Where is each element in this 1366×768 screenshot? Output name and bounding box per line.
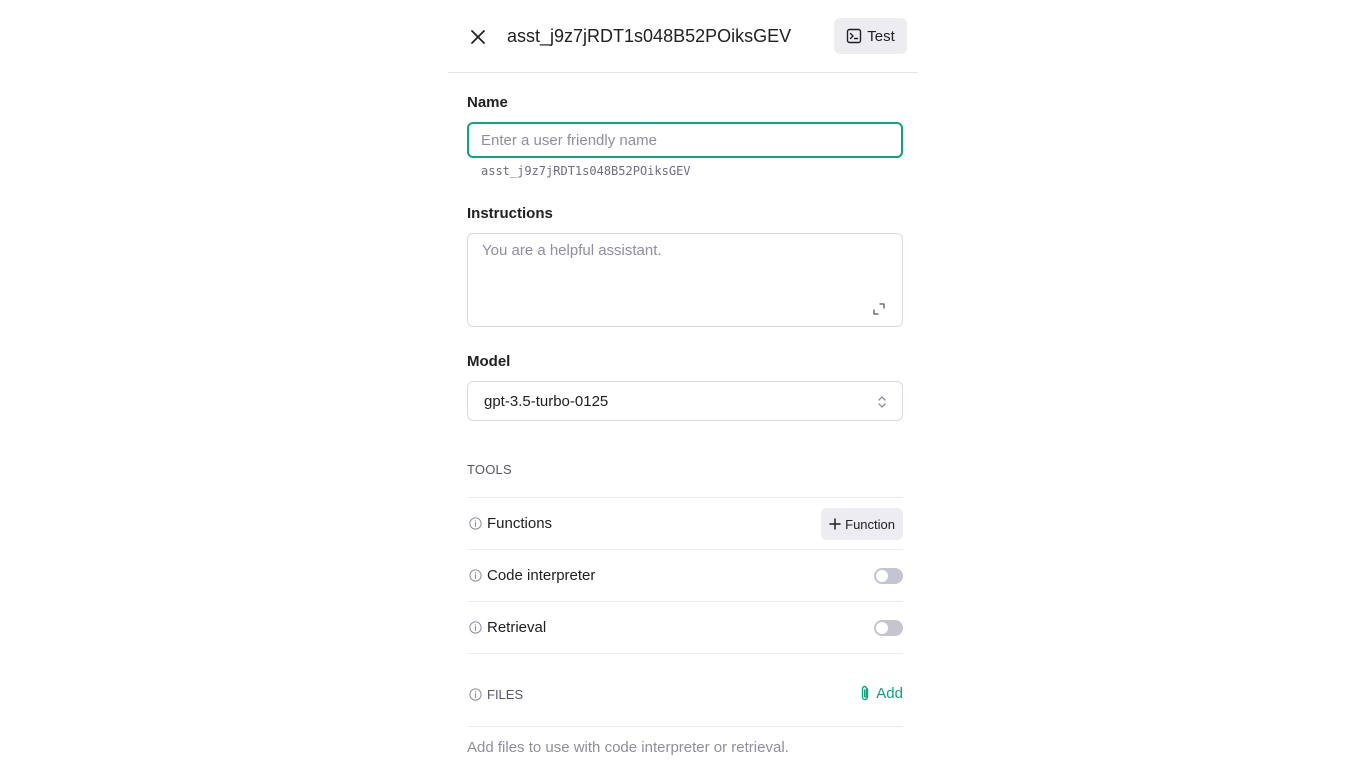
plus-icon bbox=[829, 518, 841, 530]
retrieval-label: Retrieval bbox=[487, 619, 547, 636]
add-function-button[interactable]: Function bbox=[821, 508, 903, 540]
retrieval-toggle[interactable] bbox=[874, 620, 903, 636]
name-input[interactable] bbox=[467, 122, 903, 158]
toggle-knob bbox=[876, 570, 888, 582]
add-files-label: Add bbox=[876, 685, 903, 702]
instructions-field-wrapper bbox=[467, 233, 903, 327]
tool-row-functions: Functions Function bbox=[467, 497, 903, 549]
toggle-knob bbox=[876, 622, 888, 634]
model-label: Model bbox=[467, 353, 511, 370]
close-button[interactable] bbox=[466, 25, 490, 49]
info-icon[interactable] bbox=[469, 621, 482, 634]
info-icon[interactable] bbox=[469, 688, 482, 701]
model-selected-value: gpt-3.5-turbo-0125 bbox=[484, 392, 609, 410]
files-heading: FILES bbox=[487, 687, 524, 702]
code-interpreter-toggle[interactable] bbox=[874, 568, 903, 584]
tool-row-code-interpreter: Code interpreter bbox=[467, 549, 903, 601]
files-hint-text: Add files to use with code interpreter o… bbox=[467, 739, 789, 756]
instructions-label: Instructions bbox=[467, 205, 553, 222]
assistant-id-text: asst_j9z7jRDT1s048B52POiksGEV bbox=[481, 164, 691, 178]
info-icon[interactable] bbox=[469, 517, 482, 530]
files-section: FILES Add bbox=[467, 653, 903, 727]
add-function-label: Function bbox=[845, 516, 895, 532]
tools-heading: TOOLS bbox=[467, 462, 512, 477]
paperclip-icon bbox=[862, 685, 869, 701]
terminal-icon bbox=[847, 28, 862, 44]
name-label: Name bbox=[467, 94, 508, 111]
expand-icon bbox=[873, 303, 885, 315]
code-interpreter-label: Code interpreter bbox=[487, 567, 596, 584]
assistant-title: asst_j9z7jRDT1s048B52POiksGEV bbox=[507, 26, 792, 46]
instructions-textarea[interactable] bbox=[468, 234, 902, 326]
panel-header: asst_j9z7jRDT1s048B52POiksGEV Test bbox=[448, 0, 918, 73]
functions-label: Functions bbox=[487, 515, 553, 532]
tool-row-retrieval: Retrieval bbox=[467, 601, 903, 653]
info-icon[interactable] bbox=[469, 569, 482, 582]
chevron-up-down-icon bbox=[878, 396, 886, 408]
close-icon bbox=[471, 30, 485, 44]
test-button-label: Test bbox=[867, 27, 895, 45]
assistant-editor-panel: asst_j9z7jRDT1s048B52POiksGEV Test Name … bbox=[448, 0, 918, 768]
model-select[interactable]: gpt-3.5-turbo-0125 bbox=[467, 381, 903, 421]
test-button[interactable]: Test bbox=[834, 18, 907, 54]
expand-instructions-button[interactable] bbox=[872, 302, 886, 316]
add-files-button[interactable]: Add bbox=[859, 685, 903, 702]
